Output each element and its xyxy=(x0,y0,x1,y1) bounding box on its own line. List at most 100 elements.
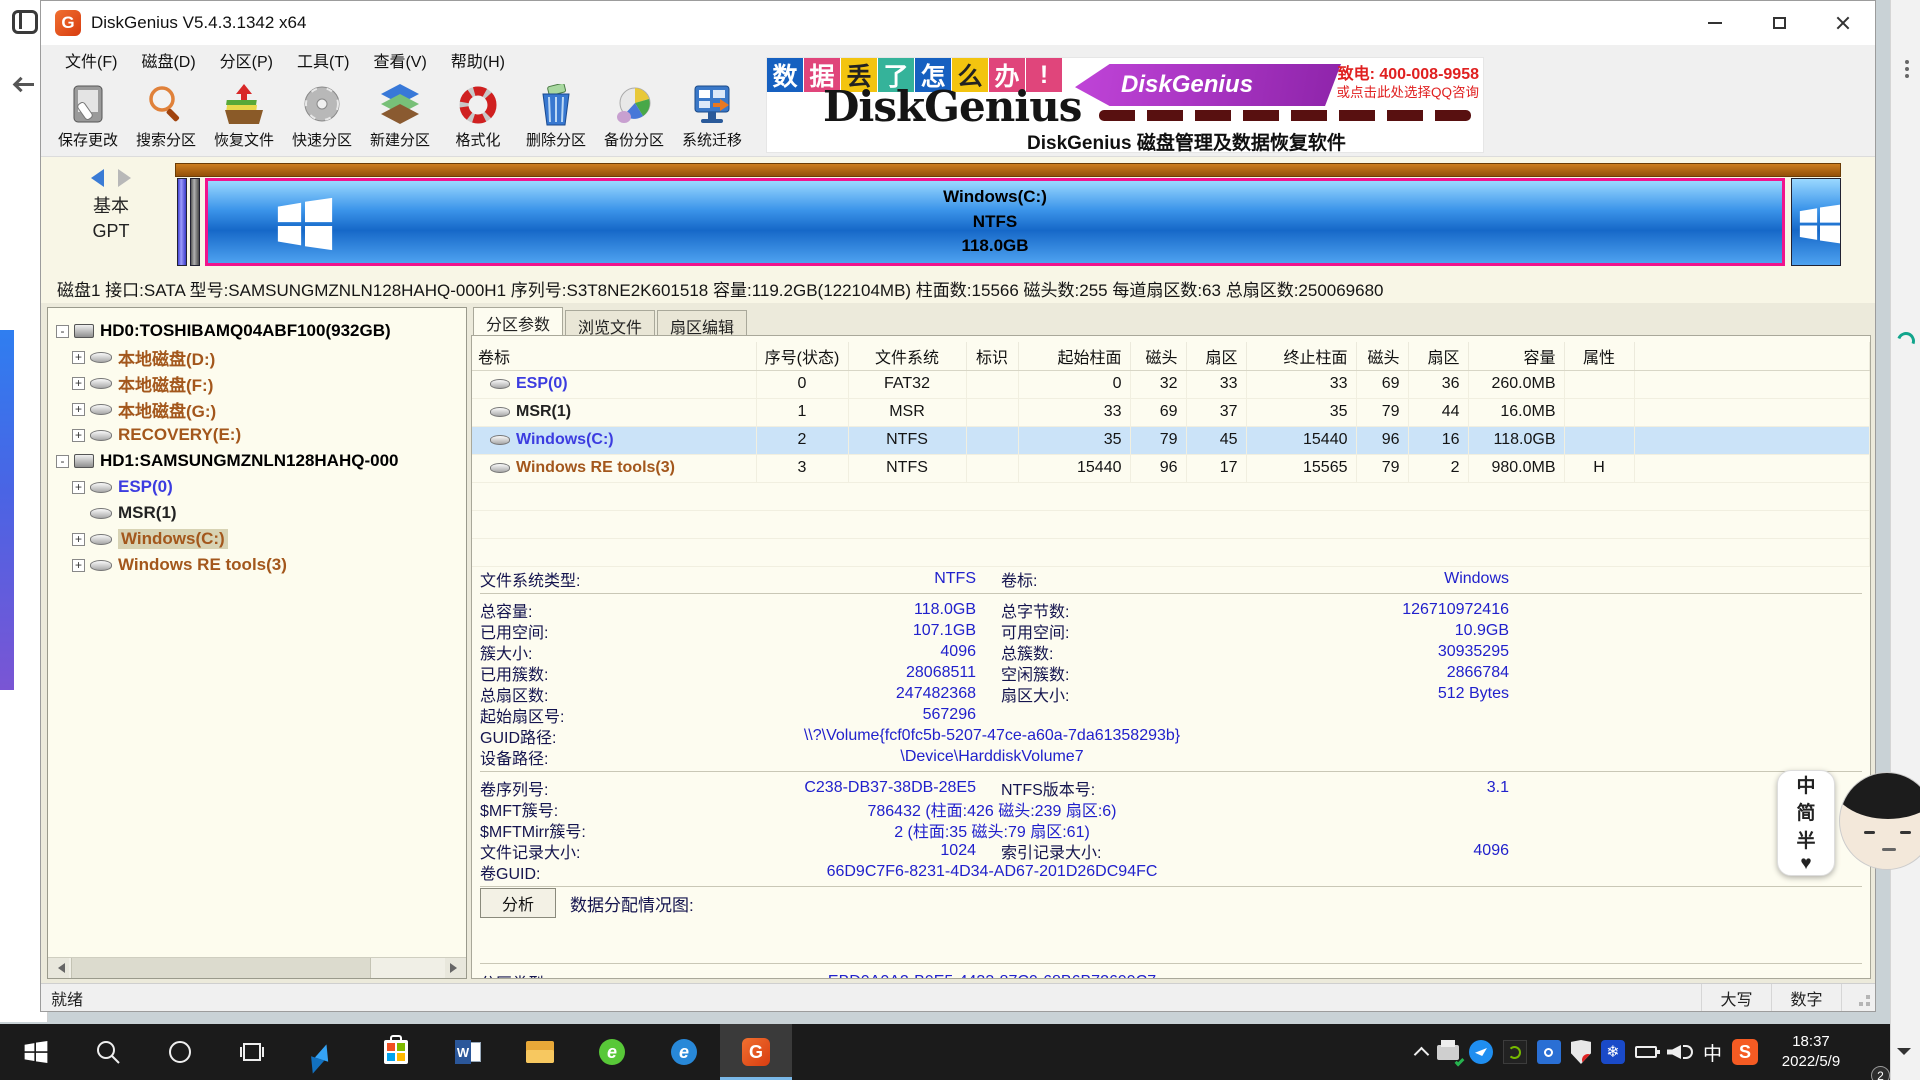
ime-status-card[interactable]: 中 简 半 ♥ xyxy=(1777,770,1835,876)
ime-mode-halfwidth[interactable]: 半 xyxy=(1796,826,1815,853)
tree-item-msr[interactable]: MSR(1) xyxy=(56,500,466,526)
expand-icon[interactable]: + xyxy=(72,429,85,442)
col-capacity[interactable]: 容量 xyxy=(1468,342,1564,370)
tab-sector-edit[interactable]: 扇区编辑 xyxy=(657,310,747,335)
table-row-esp[interactable]: ESP(0) 0 FAT32 0 32 33 33 69 36 260.0MB xyxy=(472,370,1870,398)
intel-graphics-tray-icon[interactable] xyxy=(1537,1040,1561,1064)
taskbar-clock[interactable]: 18:37 2022/5/9 xyxy=(1768,1032,1854,1073)
tree-horizontal-scrollbar[interactable] xyxy=(48,957,466,978)
battery-icon[interactable] xyxy=(1635,1046,1657,1058)
pinned-app-flash[interactable] xyxy=(288,1024,360,1080)
heart-icon[interactable]: ♥ xyxy=(1800,853,1811,875)
save-changes-button[interactable]: 保存更改 xyxy=(49,77,127,155)
collapse-icon[interactable]: - xyxy=(56,325,69,338)
recover-files-button[interactable]: 恢复文件 xyxy=(205,77,283,155)
partition-block-re-tools[interactable] xyxy=(1791,178,1841,266)
ime-mode-simplified[interactable]: 简 xyxy=(1796,798,1815,825)
quick-partition-button[interactable]: 快速分区 xyxy=(283,77,361,155)
microsoft-store-button[interactable] xyxy=(360,1024,432,1080)
nvidia-tray-icon[interactable] xyxy=(1503,1040,1527,1064)
chevron-down-icon[interactable] xyxy=(1897,1048,1911,1062)
back-arrow-icon[interactable] xyxy=(15,74,35,94)
ime-mode-chinese[interactable]: 中 xyxy=(1796,771,1815,798)
expand-icon[interactable]: + xyxy=(72,377,85,390)
maximize-button[interactable] xyxy=(1747,1,1811,45)
messenger-tray-icon[interactable] xyxy=(1469,1040,1493,1064)
analyze-button[interactable]: 分析 xyxy=(480,888,556,918)
tree-item-local-d[interactable]: + 本地磁盘(D:) xyxy=(56,344,466,370)
tree-item-hd0[interactable]: - HD0:TOSHIBAMQ04ABF100(932GB) xyxy=(56,318,466,344)
table-row-msr[interactable]: MSR(1) 1 MSR 33 69 37 35 79 44 16.0MB xyxy=(472,398,1870,426)
menu-disk[interactable]: 磁盘(D) xyxy=(129,45,207,75)
partition-block-msr[interactable] xyxy=(190,178,200,266)
new-partition-button[interactable]: 新建分区 xyxy=(361,77,439,155)
snowflake-tray-icon[interactable] xyxy=(1601,1040,1625,1064)
banner-qq-link[interactable]: 或点击此处选择QQ咨询 xyxy=(1336,81,1479,101)
word-button[interactable]: W xyxy=(432,1024,504,1080)
printer-tray-icon[interactable] xyxy=(1437,1045,1459,1060)
security-alert-tray-icon[interactable] xyxy=(1571,1040,1591,1064)
col-attributes[interactable]: 属性 xyxy=(1564,342,1634,370)
ie-browser-button[interactable]: e xyxy=(576,1024,648,1080)
tab-partition-params[interactable]: 分区参数 xyxy=(473,307,563,335)
prev-disk-arrow-icon[interactable] xyxy=(82,169,104,187)
close-button[interactable] xyxy=(1811,1,1875,45)
format-button[interactable]: 格式化 xyxy=(439,77,517,155)
scroll-left-button[interactable] xyxy=(48,958,69,978)
tree-item-recovery-e[interactable]: + RECOVERY(E:) xyxy=(56,422,466,448)
volume-icon[interactable] xyxy=(1667,1045,1693,1059)
file-explorer-button[interactable] xyxy=(504,1024,576,1080)
menu-partition[interactable]: 分区(P) xyxy=(208,45,285,75)
col-start-sector[interactable]: 扇区 xyxy=(1186,342,1246,370)
diskgenius-taskbar-button[interactable]: G xyxy=(720,1024,792,1080)
expand-icon[interactable]: + xyxy=(72,481,85,494)
task-view-button[interactable] xyxy=(216,1024,288,1080)
sogou-input-icon[interactable]: S xyxy=(1732,1039,1758,1065)
resize-grip[interactable] xyxy=(1841,984,1875,1011)
col-filesystem[interactable]: 文件系统 xyxy=(848,342,966,370)
menu-help[interactable]: 帮助(H) xyxy=(439,45,517,75)
promo-banner[interactable]: 数 据 丢 了 怎 么 办 ! DiskGenius DiskGenius Di… xyxy=(766,57,1484,153)
col-flag[interactable]: 标识 xyxy=(966,342,1018,370)
expand-icon[interactable]: + xyxy=(72,533,85,546)
tree-item-windows-re[interactable]: + Windows RE tools(3) xyxy=(56,552,466,578)
delete-partition-button[interactable]: 删除分区 xyxy=(517,77,595,155)
expand-icon[interactable]: + xyxy=(72,403,85,416)
menu-view[interactable]: 查看(V) xyxy=(361,45,438,75)
col-volume-label[interactable]: 卷标 xyxy=(472,342,756,370)
partition-block-windows-selected[interactable]: Windows(C:) NTFS 118.0GB xyxy=(205,178,1785,266)
col-start-cylinder[interactable]: 起始柱面 xyxy=(1018,342,1130,370)
more-dots-icon[interactable] xyxy=(1905,60,1909,64)
menu-file[interactable]: 文件(F) xyxy=(53,45,129,75)
search-partition-button[interactable]: 搜索分区 xyxy=(127,77,205,155)
ime-indicator[interactable]: 中 xyxy=(1703,1039,1722,1066)
tree-item-windows-c[interactable]: + Windows(C:) xyxy=(56,526,466,552)
col-start-head[interactable]: 磁头 xyxy=(1130,342,1186,370)
minimize-button[interactable] xyxy=(1683,1,1747,45)
table-row-windows-selected[interactable]: Windows(C:) 2 NTFS 35 79 45 15440 96 16 … xyxy=(472,426,1870,454)
taskbar-search-button[interactable] xyxy=(72,1024,144,1080)
disk-header-strip[interactable] xyxy=(175,163,1841,177)
system-migration-button[interactable]: 系统迁移 xyxy=(673,77,751,155)
tab-browse-files[interactable]: 浏览文件 xyxy=(565,310,655,335)
col-index-status[interactable]: 序号(状态) xyxy=(756,342,848,370)
tree-item-local-g[interactable]: + 本地磁盘(G:) xyxy=(56,396,466,422)
tray-expand-icon[interactable] xyxy=(1414,1046,1430,1062)
backup-partition-button[interactable]: 备份分区 xyxy=(595,77,673,155)
next-disk-arrow-icon[interactable] xyxy=(118,169,140,187)
tree-item-esp[interactable]: + ESP(0) xyxy=(56,474,466,500)
cortana-button[interactable] xyxy=(144,1024,216,1080)
scroll-right-button[interactable] xyxy=(445,958,466,978)
col-end-cylinder[interactable]: 终止柱面 xyxy=(1246,342,1356,370)
edge-browser-button[interactable]: e xyxy=(648,1024,720,1080)
expand-icon[interactable]: + xyxy=(72,559,85,572)
table-row-windows-re[interactable]: Windows RE tools(3) 3 NTFS 15440 96 17 1… xyxy=(472,454,1870,482)
partition-block-esp[interactable] xyxy=(177,178,187,266)
start-button[interactable] xyxy=(0,1024,72,1080)
ime-float-widget[interactable]: 中 简 半 ♥ xyxy=(1777,770,1920,876)
tree-item-hd1[interactable]: - HD1:SAMSUNGMZNLN128HAHQ-000 xyxy=(56,448,466,474)
menu-tools[interactable]: 工具(T) xyxy=(285,45,361,75)
collapse-icon[interactable]: - xyxy=(56,455,69,468)
expand-icon[interactable]: + xyxy=(72,351,85,364)
scrollbar-thumb[interactable] xyxy=(71,958,371,978)
